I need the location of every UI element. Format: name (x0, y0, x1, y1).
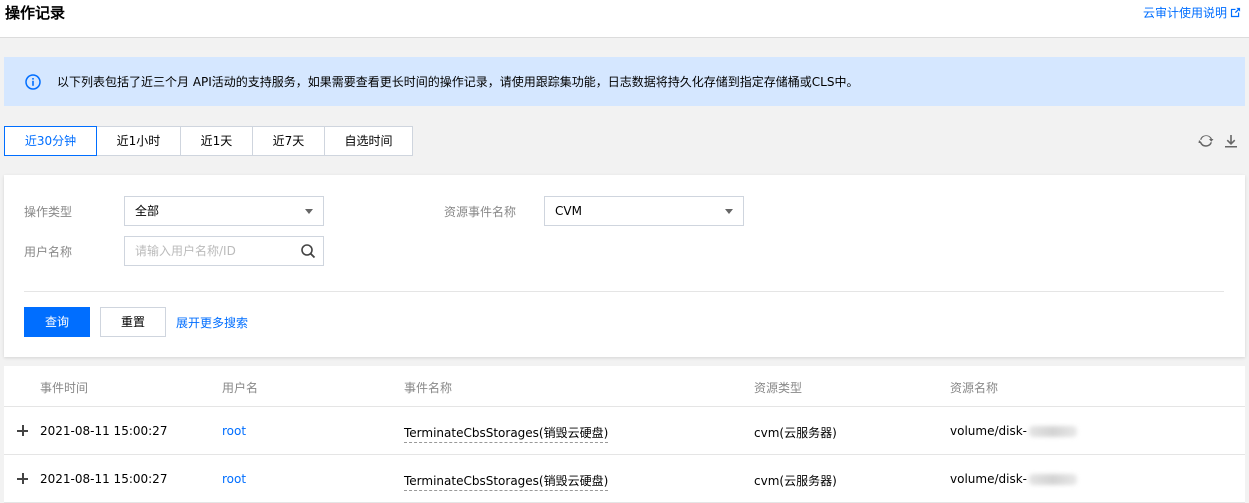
plus-icon[interactable] (17, 425, 29, 437)
username-search-input[interactable] (124, 236, 324, 266)
redacted-mask (1028, 426, 1077, 437)
table-row[interactable]: 2021-08-11 15:00:27 root TerminateCbsSto… (4, 455, 1245, 503)
op-type-label: 操作类型 (24, 205, 73, 219)
row-resource-name: volume/disk- (950, 424, 1077, 438)
info-icon (25, 73, 41, 90)
filter-divider (24, 291, 1224, 292)
resource-event-value: CVM (555, 204, 582, 218)
resource-event-label: 资源事件名称 (444, 205, 517, 219)
refresh-icon[interactable] (1198, 133, 1214, 149)
tab-custom-time[interactable]: 自选时间 (324, 127, 412, 155)
col-event-time: 事件时间 (40, 381, 89, 395)
col-resource-type: 资源类型 (754, 381, 803, 395)
resource-name-text: volume/disk- (950, 472, 1027, 486)
table-header: 事件时间 用户名 事件名称 资源类型 资源名称 (4, 366, 1245, 407)
resource-name-text: volume/disk- (950, 424, 1027, 438)
col-resource-name: 资源名称 (950, 381, 999, 395)
row-event-name: TerminateCbsStorages(销毁云硬盘) (404, 424, 609, 443)
plus-icon[interactable] (17, 473, 29, 485)
row-event-time: 2021-08-11 15:00:27 (40, 424, 168, 438)
download-icon[interactable] (1223, 133, 1239, 149)
operation-records-table: 事件时间 用户名 事件名称 资源类型 资源名称 2021-08-11 15:00… (4, 366, 1245, 503)
time-range-tabs: 近30分钟 近1小时 近1天 近7天 自选时间 (4, 126, 413, 156)
row-resource-type: cvm(云服务器) (754, 474, 837, 488)
tab-30min[interactable]: 近30分钟 (4, 126, 97, 156)
tab-7days[interactable]: 近7天 (252, 127, 324, 155)
cloudaudit-doc-link[interactable]: 云审计使用说明 (1143, 4, 1241, 21)
filter-panel: 操作类型 全部 资源事件名称 CVM 用户名称 查询 重置 展开更多搜索 (4, 175, 1245, 357)
search-icon[interactable] (300, 243, 316, 259)
page-header: 操作记录 云审计使用说明 (0, 0, 1249, 38)
table-row[interactable]: 2021-08-11 15:00:27 root TerminateCbsSto… (4, 407, 1245, 455)
row-event-time: 2021-08-11 15:00:27 (40, 472, 168, 486)
info-notice: 以下列表包括了近三个月 API活动的支持服务，如果需要查看更长时间的操作记录，请… (4, 57, 1245, 106)
resource-event-select[interactable]: CVM (544, 196, 744, 226)
chevron-down-icon (725, 209, 733, 214)
page-title: 操作记录 (5, 4, 66, 22)
col-username: 用户名 (222, 381, 259, 395)
query-button[interactable]: 查询 (24, 307, 90, 337)
row-resource-name: volume/disk- (950, 472, 1077, 486)
tab-1hour[interactable]: 近1小时 (96, 127, 180, 155)
op-type-value: 全部 (135, 204, 160, 218)
expand-more-search-link[interactable]: 展开更多搜索 (176, 314, 248, 331)
row-resource-type: cvm(云服务器) (754, 426, 837, 440)
doc-link-label: 云审计使用说明 (1142, 6, 1227, 20)
col-event-name: 事件名称 (404, 381, 453, 395)
row-username-link[interactable]: root (222, 424, 246, 438)
op-type-select[interactable]: 全部 (124, 196, 324, 226)
username-label: 用户名称 (24, 245, 73, 259)
tab-1day[interactable]: 近1天 (180, 127, 252, 155)
external-link-icon (1230, 7, 1241, 18)
row-username-link[interactable]: root (222, 472, 246, 486)
redacted-mask (1028, 474, 1077, 485)
chevron-down-icon (305, 209, 313, 214)
row-event-name: TerminateCbsStorages(销毁云硬盘) (404, 472, 609, 491)
notice-text: 以下列表包括了近三个月 API活动的支持服务，如果需要查看更长时间的操作记录，请… (57, 75, 859, 89)
reset-button[interactable]: 重置 (100, 307, 166, 337)
